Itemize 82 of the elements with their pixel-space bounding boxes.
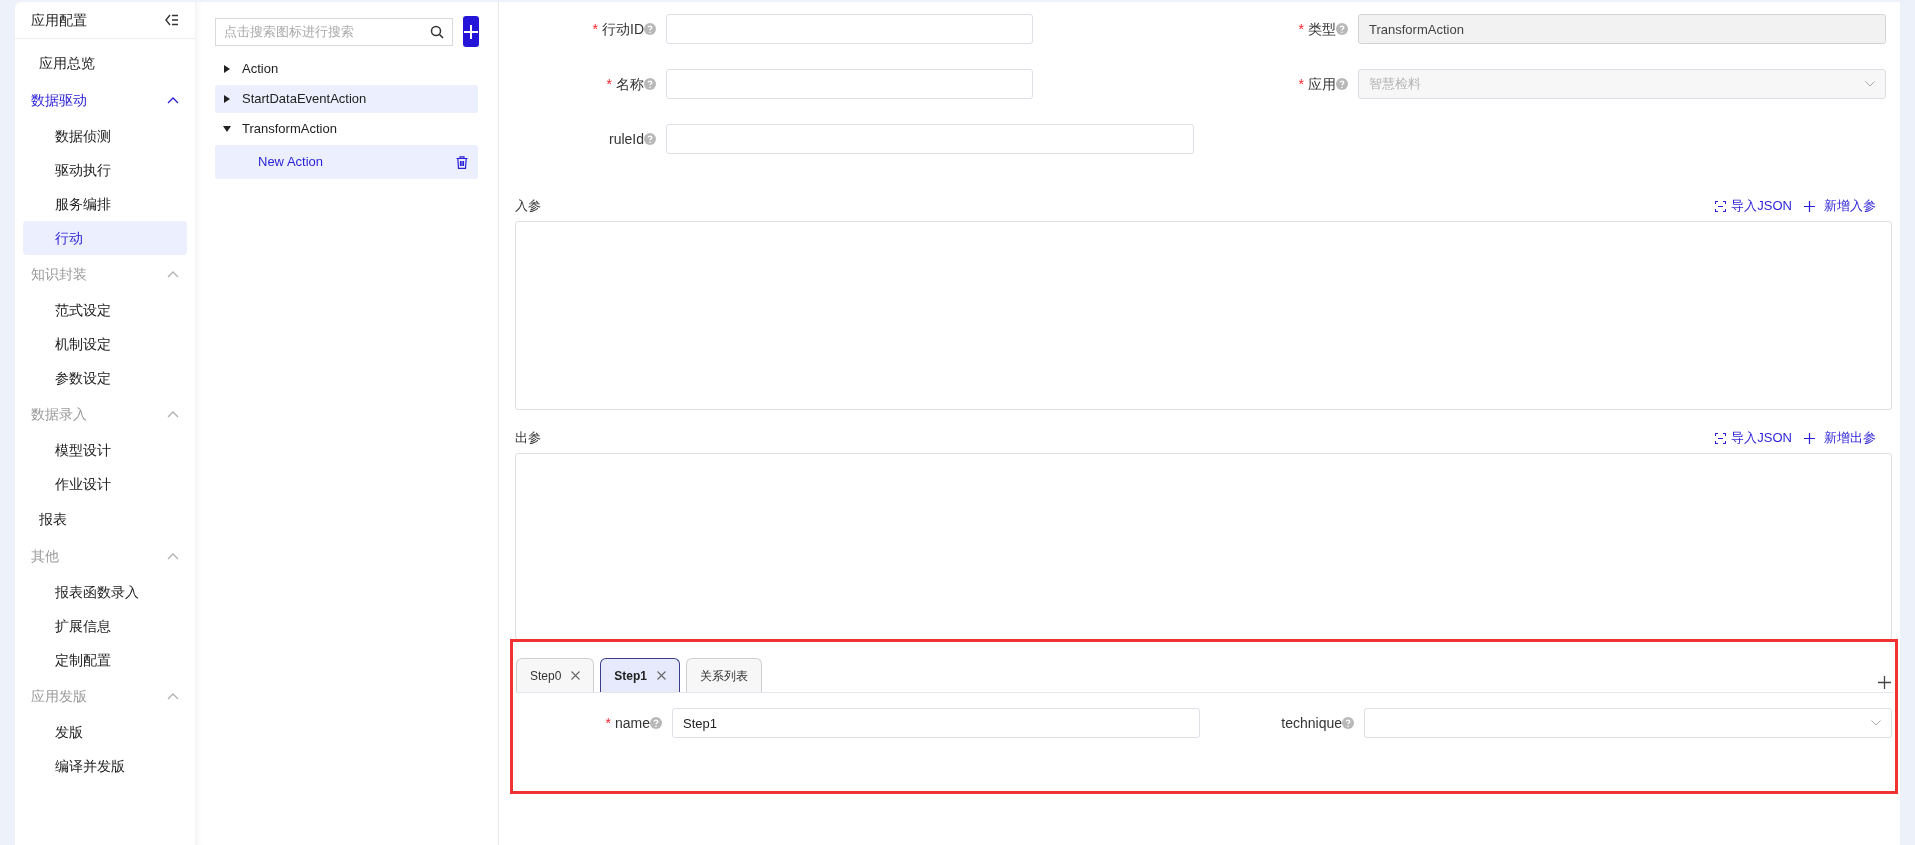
field-label: 类型 xyxy=(1308,19,1336,39)
help-icon xyxy=(1342,717,1354,729)
field-label: technique xyxy=(1281,713,1342,733)
help-icon xyxy=(1336,23,1348,35)
search-field[interactable]: 点击搜索图标进行搜索 xyxy=(215,17,453,46)
help-icon xyxy=(644,133,656,145)
menu-item[interactable]: 扩展信息 xyxy=(23,609,187,643)
chevron-up-icon xyxy=(167,95,179,105)
required-mark: * xyxy=(592,19,598,39)
plus-icon xyxy=(1804,200,1815,212)
close-icon xyxy=(657,671,667,680)
input-field[interactable]: Step1 xyxy=(672,708,1200,738)
required-mark: * xyxy=(605,713,611,733)
scan-icon xyxy=(1715,432,1727,444)
menu-item[interactable]: 模型设计 xyxy=(23,433,187,467)
plus-icon xyxy=(1878,676,1891,689)
add-tab-button[interactable] xyxy=(1878,676,1891,689)
field-label: 应用 xyxy=(1308,74,1336,94)
chevron-up-icon xyxy=(167,691,179,701)
menu-item[interactable]: 编译并发版 xyxy=(23,749,187,783)
menu-group-header[interactable]: 数据驱动 xyxy=(15,81,195,119)
link-button[interactable]: 导入JSON xyxy=(1715,428,1792,448)
text-area[interactable] xyxy=(515,221,1892,410)
text-area[interactable] xyxy=(515,453,1892,640)
menu-item[interactable]: 机制设定 xyxy=(23,327,187,361)
tab[interactable]: Step1 xyxy=(600,658,681,692)
collapsed-triangle-icon xyxy=(223,65,231,73)
help-icon xyxy=(650,717,662,729)
menu-item[interactable]: 参数设定 xyxy=(23,361,187,395)
chevron-down-icon xyxy=(1871,720,1881,726)
search-icon xyxy=(430,24,444,39)
tree-node[interactable]: Action xyxy=(215,55,478,83)
chevron-up-icon xyxy=(167,269,179,279)
link-button[interactable]: 新增出参 xyxy=(1804,428,1876,448)
trash-icon xyxy=(456,155,468,169)
tab[interactable]: 关系列表 xyxy=(686,658,763,692)
menu-item[interactable]: 范式设定 xyxy=(23,293,187,327)
input-field[interactable] xyxy=(666,124,1194,154)
link-button[interactable]: 导入JSON xyxy=(1715,196,1792,216)
section-label: 入参 xyxy=(515,197,541,216)
required-mark: * xyxy=(1298,74,1304,94)
menu-item[interactable]: 数据侦测 xyxy=(23,119,187,153)
input-field[interactable] xyxy=(666,14,1033,44)
field-label: 行动ID xyxy=(602,19,644,39)
expanded-triangle-icon xyxy=(223,125,231,133)
section-label: 出参 xyxy=(515,429,541,448)
tree-node[interactable]: TransformAction xyxy=(215,115,478,143)
menu-item[interactable]: 报表 xyxy=(23,501,187,537)
input-field[interactable] xyxy=(666,69,1033,99)
field-label: 名称 xyxy=(616,74,644,94)
field-label: ruleId xyxy=(608,129,644,149)
required-mark: * xyxy=(606,74,612,94)
tab[interactable]: Step0 xyxy=(516,658,595,692)
menu-item[interactable]: 服务编排 xyxy=(23,187,187,221)
tree-node[interactable]: New Action xyxy=(215,145,478,179)
menu-item[interactable]: 应用总览 xyxy=(23,45,187,81)
sidebar-title: 应用配置 xyxy=(31,10,87,30)
add-button[interactable] xyxy=(463,16,479,47)
plus-icon xyxy=(1804,432,1815,444)
menu-item[interactable]: 作业设计 xyxy=(23,467,187,501)
collapse-menu-icon xyxy=(165,14,179,26)
select-field[interactable] xyxy=(1364,708,1892,738)
tree-node[interactable]: StartDataEventAction xyxy=(215,85,478,113)
menu-item[interactable]: 行动 xyxy=(23,221,187,255)
help-icon xyxy=(1336,78,1348,90)
chevron-up-icon xyxy=(167,551,179,561)
help-icon xyxy=(644,78,656,90)
link-button[interactable]: 新增入参 xyxy=(1804,196,1876,216)
chevron-down-icon xyxy=(1865,81,1875,87)
scan-icon xyxy=(1715,200,1727,212)
menu-item[interactable]: 报表函数录入 xyxy=(23,575,187,609)
plus-icon xyxy=(463,23,479,40)
collapsed-triangle-icon xyxy=(223,95,231,103)
menu-item[interactable]: 发版 xyxy=(23,715,187,749)
chevron-up-icon xyxy=(167,409,179,419)
field-label: name xyxy=(614,713,650,733)
required-mark: * xyxy=(1298,19,1304,39)
menu-item[interactable]: 定制配置 xyxy=(23,643,187,677)
menu-item[interactable]: 驱动执行 xyxy=(23,153,187,187)
collapse-button[interactable] xyxy=(165,14,179,26)
help-icon xyxy=(644,23,656,35)
close-icon xyxy=(571,671,581,680)
